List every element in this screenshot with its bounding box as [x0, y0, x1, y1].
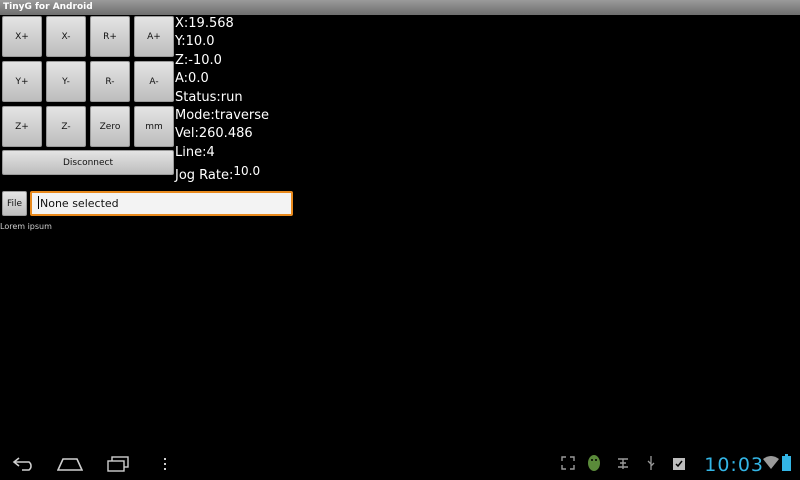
r-plus-button[interactable]: R+: [90, 16, 130, 57]
jog-rate-readout: Jog Rate:10.0: [175, 162, 260, 185]
fullscreen-icon: [561, 456, 575, 470]
wifi-icon: [763, 456, 779, 469]
y-plus-button[interactable]: Y+: [2, 61, 42, 102]
app-title-bar: TinyG for Android: [0, 0, 800, 15]
disconnect-button[interactable]: Disconnect: [2, 150, 174, 175]
line-readout: Line:4: [175, 144, 215, 160]
mode-readout: Mode:traverse: [175, 108, 270, 123]
units-button[interactable]: mm: [134, 106, 174, 147]
z-plus-button[interactable]: Z+: [2, 106, 42, 147]
file-path-field[interactable]: None selected: [30, 191, 293, 216]
app-title: TinyG for Android: [3, 2, 93, 12]
usb-icon: [647, 456, 655, 470]
usb-debug-icon: [618, 458, 628, 469]
clipboard-check-icon: [673, 458, 685, 470]
footer-text: Lorem ipsum: [0, 222, 52, 231]
x-plus-button[interactable]: X+: [2, 16, 42, 57]
y-position-readout: Y:10.0: [175, 34, 215, 50]
r-minus-button[interactable]: R-: [90, 61, 130, 102]
z-minus-button[interactable]: Z-: [46, 106, 86, 147]
menu-icon[interactable]: [162, 457, 168, 471]
z-position-readout: Z:-10.0: [175, 52, 222, 68]
a-minus-button[interactable]: A-: [134, 61, 174, 102]
back-icon[interactable]: [12, 456, 36, 472]
clock: 10:03: [704, 454, 764, 476]
file-path-value: None selected: [40, 197, 119, 210]
a-position-readout: A:0.0: [175, 71, 209, 87]
zero-button[interactable]: Zero: [90, 106, 130, 147]
home-icon[interactable]: [57, 456, 83, 472]
velocity-readout: Vel:260.486: [175, 126, 253, 142]
system-navigation-bar: 10:03: [0, 448, 800, 480]
jog-rate-value: 10.0: [233, 164, 261, 179]
x-position-readout: X:19.568: [175, 16, 234, 31]
y-minus-button[interactable]: Y-: [46, 61, 86, 102]
x-minus-button[interactable]: X-: [46, 16, 86, 57]
android-icon: [588, 455, 600, 471]
a-plus-button[interactable]: A+: [134, 16, 174, 57]
jog-rate-label: Jog Rate:: [175, 168, 234, 184]
file-button[interactable]: File: [2, 191, 27, 216]
recent-apps-icon[interactable]: [106, 455, 130, 473]
status-readout: Status:run: [175, 89, 243, 105]
text-cursor: [38, 196, 39, 209]
battery-icon: [782, 454, 791, 471]
